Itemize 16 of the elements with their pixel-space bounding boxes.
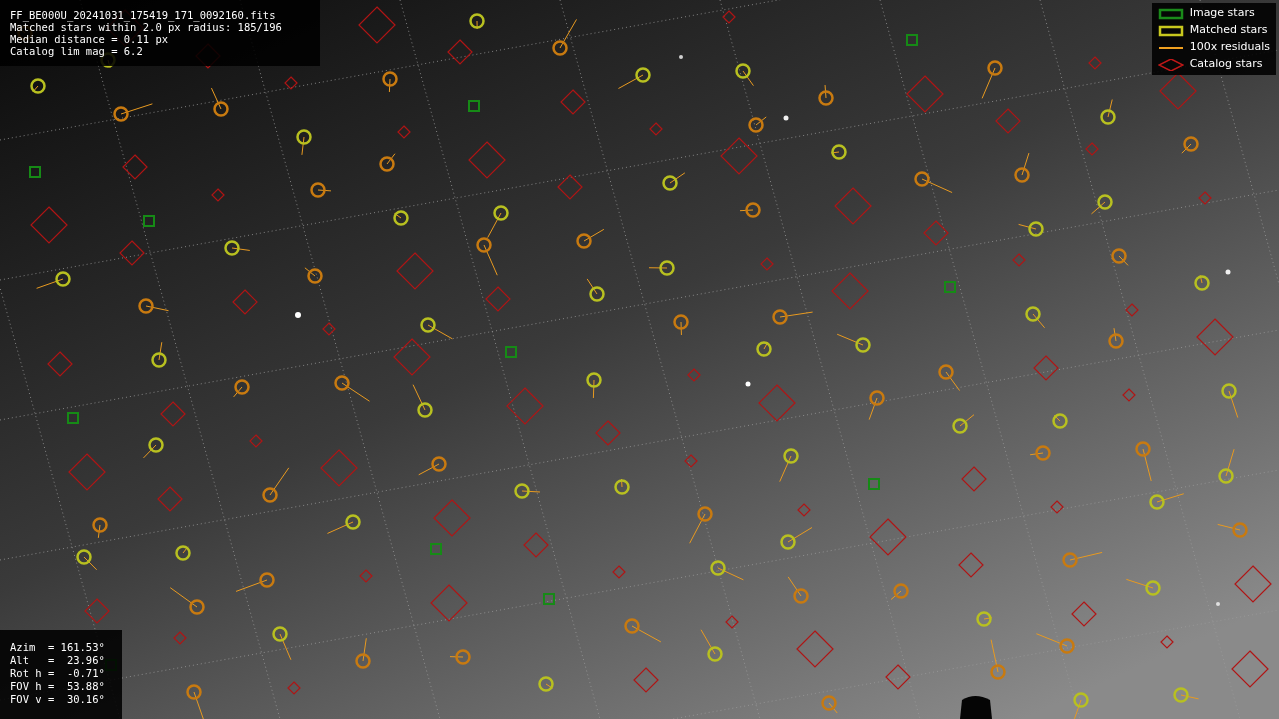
pointing-text: FOV v = 30.16° bbox=[10, 693, 106, 706]
pointing-text: Azim = 161.53° bbox=[10, 641, 106, 654]
legend-label: Image stars bbox=[1189, 5, 1255, 22]
diamond-marker-icon bbox=[1157, 58, 1184, 71]
square-marker-icon bbox=[1157, 7, 1184, 20]
info-text: FF_BE000U_20241031_175419_171_0092160.fits bbox=[10, 9, 277, 21]
info-text: Median distance = 0.11 px bbox=[10, 33, 170, 45]
pointing-text: Alt = 23.96° bbox=[10, 654, 106, 667]
info-text: Catalog lim mag = 6.2 bbox=[10, 45, 144, 57]
legend-label: 100x residuals bbox=[1189, 39, 1270, 56]
ring-marker-icon bbox=[1157, 24, 1184, 37]
legend-label: Catalog stars bbox=[1189, 56, 1263, 73]
pointing-text: FOV h = 53.88° bbox=[10, 680, 106, 693]
pointing-text: Rot h = -0.71° bbox=[10, 667, 106, 680]
legend-label: Matched stars bbox=[1189, 22, 1268, 39]
info-text: Matched stars within 2.0 px radius: 185/196 bbox=[10, 21, 283, 33]
